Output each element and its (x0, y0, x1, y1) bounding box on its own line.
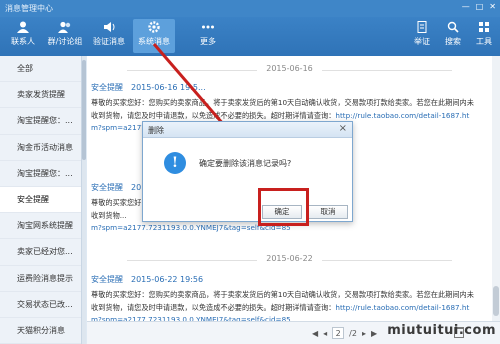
delete-dialog: 删除 × ! 确定要删除该消息记录吗? 确定 取消 (142, 121, 353, 222)
dialog-titlebar: 删除 × (143, 122, 352, 138)
info-icon: ! (164, 152, 186, 174)
dialog-close-icon[interactable]: × (339, 123, 347, 134)
highlight-box (258, 188, 309, 226)
cancel-button[interactable]: 取消 (308, 205, 348, 219)
dialog-message: 确定要删除该消息记录吗? (199, 159, 292, 168)
dialog-title: 删除 (148, 126, 164, 135)
